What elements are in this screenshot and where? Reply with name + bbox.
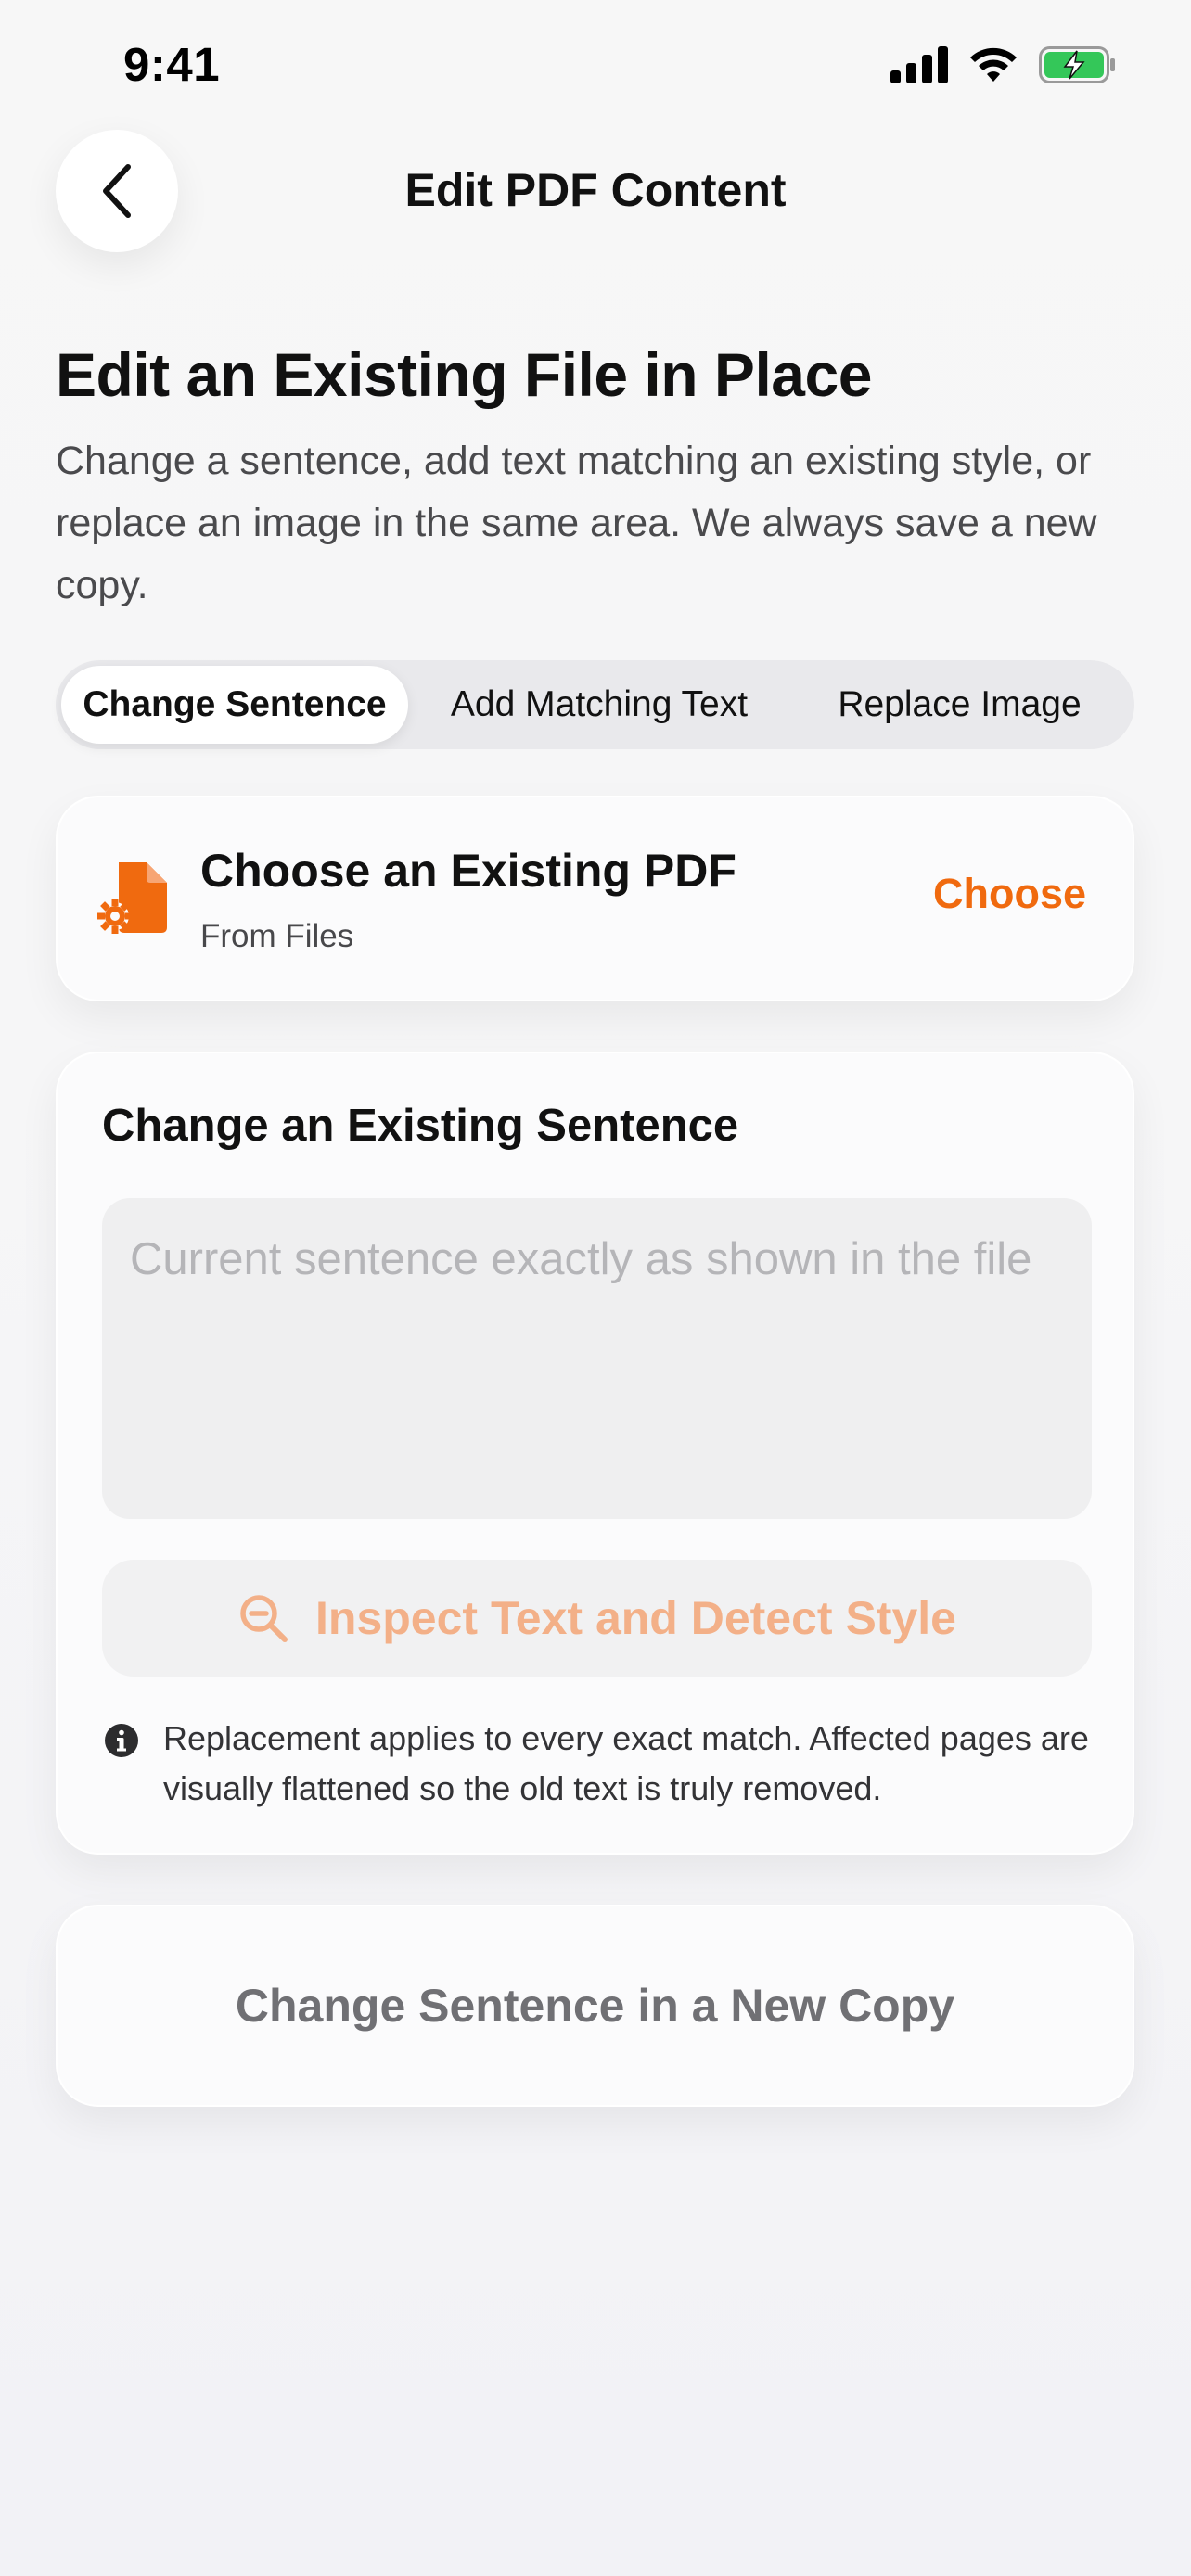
change-sentence-card: Change an Existing Sentence Inspect Text…: [56, 1052, 1134, 1855]
section-title: Change an Existing Sentence: [102, 1101, 739, 1151]
status-bar: 9:41: [0, 0, 1191, 130]
change-sentence-new-copy-button[interactable]: Change Sentence in a New Copy: [58, 1906, 1133, 2105]
battery-charging-icon: [1039, 46, 1115, 83]
inspect-button-label: Inspect Text and Detect Style: [315, 1592, 956, 1644]
pdf-file-gear-icon: [97, 862, 167, 934]
mode-segmented-control: Change Sentence Add Matching Text Replac…: [56, 660, 1134, 749]
screen: 9:41 Edit PDF Content Edit an Existing F…: [0, 0, 1191, 2576]
info-circle-icon: [105, 1724, 138, 1757]
tab-add-matching-text[interactable]: Add Matching Text: [417, 666, 781, 744]
cellular-signal-icon: [890, 46, 948, 83]
file-picker-subtitle: From Files: [200, 918, 354, 954]
primary-action-card[interactable]: Change Sentence in a New Copy: [56, 1905, 1134, 2107]
current-sentence-input[interactable]: [102, 1198, 1092, 1519]
replacement-info-text: Replacement applies to every exact match…: [163, 1719, 1089, 1807]
status-icons: [890, 46, 1117, 83]
inspect-text-button[interactable]: Inspect Text and Detect Style: [102, 1560, 1092, 1677]
magnifier-icon: [240, 1595, 288, 1642]
status-time: 9:41: [123, 38, 221, 91]
wifi-icon: [970, 47, 1017, 82]
file-picker-card[interactable]: Choose an Existing PDF From Files Choose: [56, 796, 1134, 1001]
tab-replace-image[interactable]: Replace Image: [790, 666, 1129, 744]
page-heading: Edit an Existing File in Place: [56, 340, 872, 409]
page-subtitle: Change a sentence, add text matching an …: [56, 439, 1097, 607]
choose-button[interactable]: Choose: [933, 870, 1086, 918]
tab-change-sentence[interactable]: Change Sentence: [61, 666, 408, 744]
nav-title: Edit PDF Content: [404, 164, 787, 216]
file-picker-title: Choose an Existing PDF: [200, 845, 736, 897]
